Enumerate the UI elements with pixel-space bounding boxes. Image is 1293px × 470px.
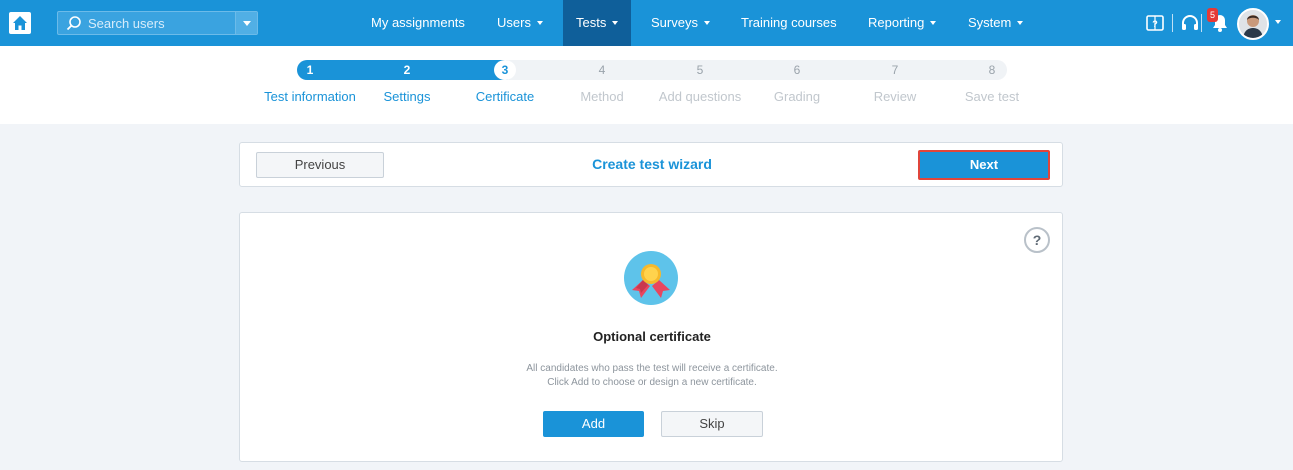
step-label-save-test: Save test <box>964 89 1020 104</box>
step-4-number: 4 <box>598 63 606 77</box>
home-icon <box>13 16 27 30</box>
menu-reporting[interactable]: Reporting <box>858 0 946 46</box>
certificate-description: All candidates who pass the test will re… <box>240 362 1064 390</box>
chevron-down-icon <box>536 21 543 25</box>
step-1-number: 1 <box>306 63 314 77</box>
skip-button[interactable]: Skip <box>661 411 763 437</box>
home-button[interactable] <box>9 12 31 34</box>
add-certificate-button[interactable]: Add <box>543 411 644 437</box>
menu-label: Tests <box>576 15 607 30</box>
chevron-down-icon <box>703 21 710 25</box>
chevron-down-icon <box>612 21 619 25</box>
notification-count-badge: 5 <box>1207 8 1218 22</box>
user-photo-icon <box>1239 10 1267 38</box>
wizard-toolbar: Previous Create test wizard Next <box>239 142 1063 187</box>
certificate-title: Optional certificate <box>593 329 711 344</box>
menu-label: Reporting <box>868 15 925 30</box>
previous-button[interactable]: Previous <box>256 152 384 178</box>
step-6-number: 6 <box>793 63 801 77</box>
step-8-number: 8 <box>988 63 996 77</box>
svg-text:?: ? <box>1152 19 1158 29</box>
menu-my-assignments[interactable]: My assignments <box>361 0 475 46</box>
menu-users[interactable]: Users <box>487 0 553 46</box>
chevron-down-icon <box>243 21 251 26</box>
chevron-down-icon <box>930 21 937 25</box>
menu-surveys[interactable]: Surveys <box>641 0 720 46</box>
certificate-card: ? Optional certificate All candidates wh… <box>239 212 1063 462</box>
search-users-box[interactable] <box>57 11 258 35</box>
top-navigation-bar: My assignments Users Tests Surveys Train… <box>0 0 1293 46</box>
search-scope-dropdown[interactable] <box>235 12 257 34</box>
menu-label: System <box>968 15 1012 30</box>
description-line: All candidates who pass the test will re… <box>526 363 778 374</box>
wizard-steps-bar: 1 2 3 4 5 6 7 8 Test information Setting… <box>0 46 1293 124</box>
menu-label: Surveys <box>651 15 698 30</box>
step-7-number: 7 <box>891 63 899 77</box>
search-users-input[interactable] <box>88 12 238 34</box>
menu-label: Users <box>497 15 531 30</box>
avatar[interactable] <box>1237 8 1269 40</box>
description-line: Click Add to choose or design a new cert… <box>547 377 757 388</box>
certificate-ribbon-icon <box>624 251 678 305</box>
chevron-down-icon <box>1017 21 1024 25</box>
step-5-number: 5 <box>696 63 704 77</box>
headset-icon <box>1182 15 1198 30</box>
step-2-number: 2 <box>403 63 411 77</box>
separator <box>1201 14 1202 32</box>
menu-system[interactable]: System <box>958 0 1033 46</box>
menu-label: My assignments <box>371 15 465 30</box>
step-3-number: 3 <box>501 63 509 77</box>
separator <box>1172 14 1173 32</box>
help-button[interactable]: ? <box>1024 227 1050 253</box>
support-button[interactable] <box>1180 13 1200 36</box>
menu-tests[interactable]: Tests <box>563 0 632 46</box>
wizard-title: Create test wizard <box>592 156 712 172</box>
search-icon <box>66 16 81 31</box>
help-book-button[interactable]: ? <box>1145 13 1165 36</box>
next-button[interactable]: Next <box>918 150 1050 180</box>
menu-label: Training courses <box>741 15 837 30</box>
chevron-down-icon[interactable] <box>1275 20 1281 24</box>
help-book-icon: ? <box>1146 15 1164 31</box>
menu-training-courses[interactable]: Training courses <box>731 0 847 46</box>
